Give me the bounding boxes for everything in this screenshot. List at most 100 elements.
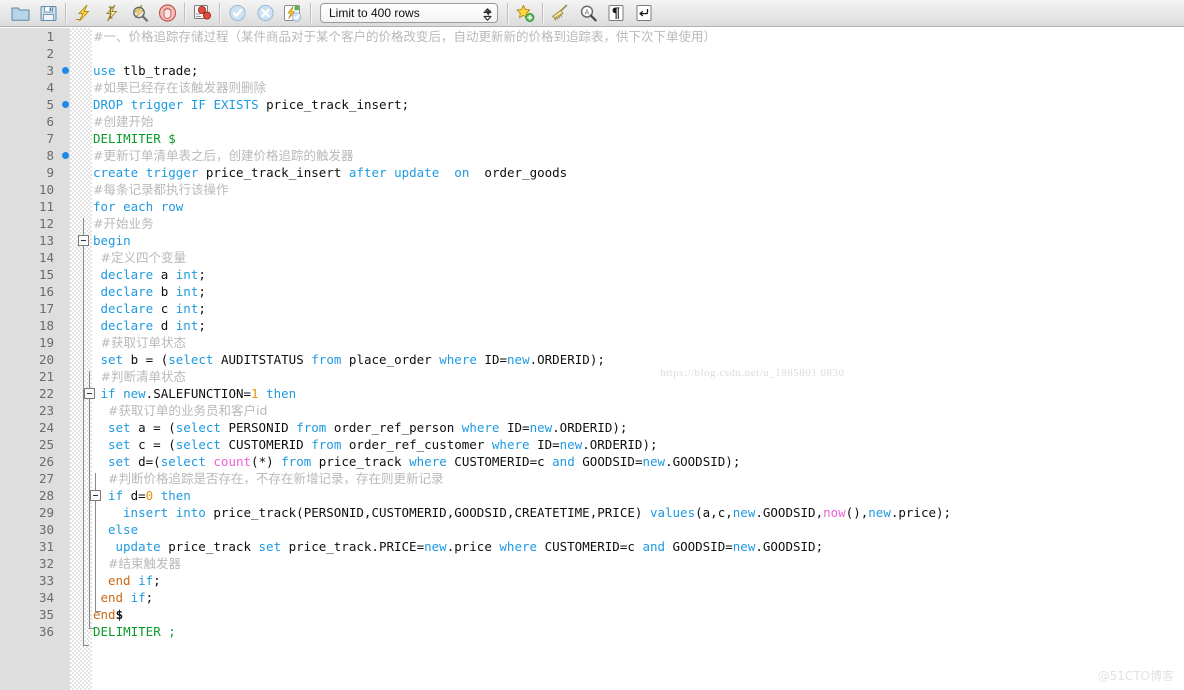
code-line[interactable]: 27 #判断价格追踪是否存在，不存在新增记录，存在则更新记录 (0, 470, 1184, 487)
execute-current-statement-icon (105, 4, 118, 22)
rollback-button[interactable] (251, 1, 279, 25)
code-line[interactable]: 29 insert into price_track(PERSONID,CUST… (0, 504, 1184, 521)
new-snippet-button[interactable] (511, 1, 539, 25)
code-line[interactable]: 15 declare a int; (0, 266, 1184, 283)
line-number: 36 (38, 624, 54, 639)
code-line[interactable]: 5 DROP trigger IF EXISTS price_track_inse… (0, 96, 1184, 113)
code-line[interactable]: 12 #开始业务 (0, 215, 1184, 232)
code-line[interactable]: 24 set a = (select PERSONID from order_re… (0, 419, 1184, 436)
line-number: 14 (38, 250, 54, 265)
line-number: 3 (46, 63, 54, 78)
code-text: set a = (select PERSONID from order_ref_… (108, 420, 628, 435)
code-text: DROP trigger IF EXISTS price_track_inser… (93, 97, 410, 112)
code-line[interactable]: 33 end if; (0, 572, 1184, 589)
code-text: set d=(select count(*) from price_track … (108, 454, 741, 469)
sql-editor[interactable]: 1 #一、价格追踪存储过程（某件商品对于某个客户的价格改变后，自动更新新的价格到追… (0, 28, 1184, 690)
open-sql-script-icon (11, 7, 29, 21)
code-line[interactable]: 30 else (0, 521, 1184, 538)
code-line[interactable]: 17 declare c int; (0, 300, 1184, 317)
code-line[interactable]: 32 #结束触发器 (0, 555, 1184, 572)
line-number: 32 (38, 556, 54, 571)
code-line[interactable]: 6 #创建开始 (0, 113, 1184, 130)
code-line[interactable]: 28 if d=0 then (0, 487, 1184, 504)
open-sql-script-button[interactable] (6, 1, 34, 25)
autocommit-toggle-button[interactable] (279, 1, 307, 25)
code-line[interactable]: 11 for each row (0, 198, 1184, 215)
code-line[interactable]: 19 #获取订单状态 (0, 334, 1184, 351)
find-button[interactable]: A (574, 1, 602, 25)
breakpoint-marker[interactable] (62, 67, 69, 74)
beautify-sql-button[interactable] (546, 1, 574, 25)
line-number: 13 (38, 233, 54, 248)
save-script-button[interactable] (34, 1, 62, 25)
code-line[interactable]: 2 (0, 45, 1184, 62)
code-line[interactable]: 10 #每条记录都执行该操作 (0, 181, 1184, 198)
code-text: #开始业务 (93, 216, 154, 231)
line-number: 31 (38, 539, 54, 554)
code-line[interactable]: 7 DELIMITER $ (0, 130, 1184, 147)
stop-query-button[interactable] (153, 1, 181, 25)
line-number: 22 (38, 386, 54, 401)
toolbar-separator-6 (542, 3, 543, 23)
code-text: end if; (100, 590, 154, 605)
line-number: 34 (38, 590, 54, 605)
code-text: update price_track set price_track.PRICE… (115, 539, 824, 554)
code-line[interactable]: 35 end$ (0, 606, 1184, 623)
code-line[interactable]: 1 #一、价格追踪存储过程（某件商品对于某个客户的价格改变后，自动更新新的价格到追… (0, 28, 1184, 45)
code-text: for each row (93, 199, 184, 214)
toolbar-separator-2 (184, 3, 185, 23)
toggle-invisible-chars-button[interactable]: ¶ (602, 1, 630, 25)
rollback-cross-icon (256, 4, 274, 22)
line-number: 29 (38, 505, 54, 520)
code-line[interactable]: 20 set b = (select AUDITSTATUS from place… (0, 351, 1184, 368)
code-text: #结束触发器 (108, 556, 181, 571)
code-line[interactable]: 14 #定义四个变量 (0, 249, 1184, 266)
code-line[interactable]: 13 begin (0, 232, 1184, 249)
wrap-lines-button[interactable] (630, 1, 658, 25)
fold-toggle[interactable] (84, 388, 95, 399)
code-line[interactable]: 21 #判断清单状态 (0, 368, 1184, 385)
line-number: 6 (46, 114, 54, 129)
code-text: DELIMITER $ (93, 131, 176, 146)
breakpoint-marker[interactable] (62, 101, 69, 108)
code-text: else (108, 522, 139, 537)
code-line[interactable]: 23 #获取订单的业务员和客户id (0, 402, 1184, 419)
line-number: 19 (38, 335, 54, 350)
code-lines[interactable]: 1 #一、价格追踪存储过程（某件商品对于某个客户的价格改变后，自动更新新的价格到追… (0, 28, 1184, 690)
code-line[interactable]: 31 update price_track set price_track.PRI… (0, 538, 1184, 555)
autocommit-icon (284, 4, 302, 22)
code-line[interactable]: 4 #如果已经存在该触发器则删除 (0, 79, 1184, 96)
execute-statement-button[interactable] (69, 1, 97, 25)
code-line[interactable]: 18 declare d int; (0, 317, 1184, 334)
code-line[interactable]: 8 #更新订单清单表之后，创建价格追踪的触发器 (0, 147, 1184, 164)
code-line[interactable]: 34 end if; (0, 589, 1184, 606)
toolbar-separator-4 (310, 3, 311, 23)
code-line[interactable]: 36 DELIMITER ; (0, 623, 1184, 640)
line-number: 7 (46, 131, 54, 146)
fold-toggle[interactable] (78, 235, 89, 246)
code-line[interactable]: 22 if new.SALEFUNCTION=1 then (0, 385, 1184, 402)
line-number: 33 (38, 573, 54, 588)
toggle-breakpoint-button[interactable] (188, 1, 216, 25)
svg-text:A: A (584, 9, 589, 17)
wrap-lines-icon (636, 5, 652, 21)
code-line[interactable]: 26 set d=(select count(*) from price_trac… (0, 453, 1184, 470)
line-number: 23 (38, 403, 54, 418)
execute-current-statement-button[interactable] (97, 1, 125, 25)
toolbar-separator-5 (507, 3, 508, 23)
code-line[interactable]: 9 create trigger price_track_insert after… (0, 164, 1184, 181)
code-text: end if; (108, 573, 161, 588)
code-line[interactable]: 3 use tlb_trade; (0, 62, 1184, 79)
line-number: 27 (38, 471, 54, 486)
pilcrow-icon: ¶ (608, 5, 624, 22)
breakpoint-marker[interactable] (62, 152, 69, 159)
code-text: #创建开始 (93, 114, 154, 129)
row-limit-select[interactable]: Limit to 400 rows ▾ (320, 3, 498, 23)
code-text: insert into price_track(PERSONID,CUSTOME… (123, 505, 952, 520)
commit-button[interactable] (223, 1, 251, 25)
fold-toggle[interactable] (90, 490, 101, 501)
explain-query-button[interactable] (125, 1, 153, 25)
line-number: 15 (38, 267, 54, 282)
code-line[interactable]: 25 set c = (select CUSTOMERID from order_… (0, 436, 1184, 453)
code-line[interactable]: 16 declare b int; (0, 283, 1184, 300)
